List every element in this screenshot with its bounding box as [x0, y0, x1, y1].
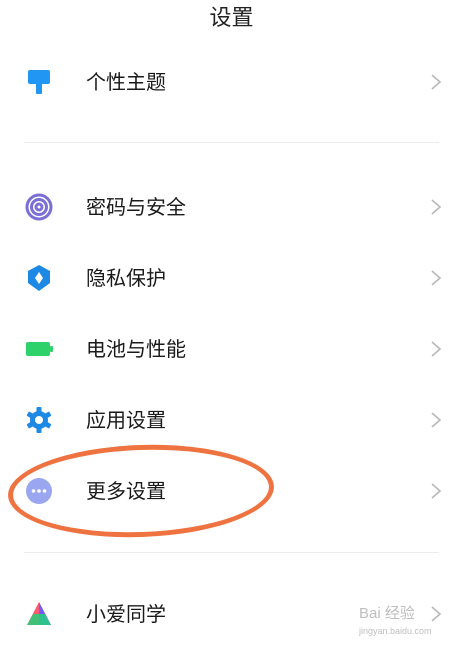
settings-item-more-settings[interactable]: 更多设置: [0, 461, 463, 521]
settings-item-label: 小爱同学: [86, 602, 166, 626]
settings-item-label: 密码与安全: [86, 195, 186, 219]
battery-icon: [26, 342, 53, 356]
settings-item-password-security[interactable]: 密码与安全: [0, 177, 463, 237]
chevron-right-icon: [431, 341, 442, 357]
settings-item-themes[interactable]: 个性主题: [0, 52, 463, 112]
baidu-jingyan-watermark: Bai 经验 jingyan.baidu.com: [359, 605, 432, 636]
chevron-right-icon: [431, 74, 442, 90]
settings-item-label: 电池与性能: [86, 337, 186, 361]
settings-item-label: 个性主题: [86, 70, 166, 94]
chevron-right-icon: [431, 199, 442, 215]
section-divider: [24, 552, 439, 553]
xiaoai-icon: [27, 602, 51, 625]
watermark-url: jingyan.baidu.com: [359, 626, 432, 636]
chevron-right-icon: [431, 270, 442, 286]
settings-item-app-settings[interactable]: 应用设置: [0, 390, 463, 450]
settings-item-label: 更多设置: [86, 479, 166, 503]
gear-icon: [26, 407, 52, 433]
section-divider: [24, 142, 439, 143]
watermark-brand: Bai 经验: [359, 605, 415, 622]
shield-icon: [28, 265, 50, 291]
settings-item-label: 隐私保护: [86, 266, 166, 290]
fingerprint-icon: [25, 193, 53, 221]
settings-item-battery[interactable]: 电池与性能: [0, 319, 463, 379]
paint-roller-icon: [28, 70, 50, 94]
settings-item-label: 应用设置: [86, 408, 166, 432]
more-dots-icon: [26, 478, 52, 504]
chevron-right-icon: [431, 412, 442, 428]
page-title: 设置: [209, 6, 254, 31]
chevron-right-icon: [431, 483, 442, 499]
settings-item-privacy[interactable]: 隐私保护: [0, 248, 463, 308]
